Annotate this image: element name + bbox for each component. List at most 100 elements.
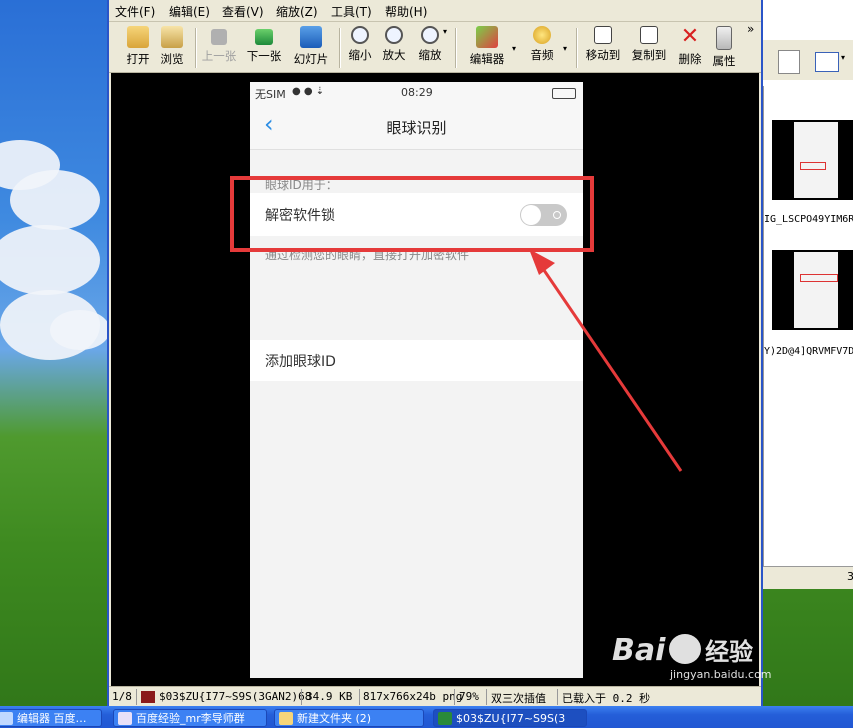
cloud-shape bbox=[10, 170, 100, 230]
taskbar-item-label: $03$ZU{I77~S9S(3 bbox=[456, 712, 566, 725]
thumbnail-2[interactable] bbox=[772, 250, 853, 330]
file-size: 34.9 KB bbox=[306, 690, 353, 703]
phone-nav-bar: ‹ 眼球识别 bbox=[250, 104, 583, 150]
copy-to-icon bbox=[640, 26, 658, 44]
properties-icon bbox=[716, 26, 732, 50]
menu-view[interactable]: 查看(V) bbox=[222, 3, 264, 20]
magnifier-minus-icon bbox=[351, 26, 369, 44]
delete-button[interactable]: ✕ 删除 bbox=[675, 24, 705, 70]
properties-button[interactable]: 属性 bbox=[709, 24, 739, 70]
zoom-dropdown-icon[interactable]: ▾ bbox=[443, 27, 447, 36]
taskbar-item-baidu[interactable]: 百度经验_mr李导师群 bbox=[113, 709, 267, 727]
menu-zoom[interactable]: 缩放(Z) bbox=[276, 3, 318, 20]
image-canvas: 无SIM ● ● ⇣ 08:29 ‹ 眼球识别 眼球ID用于： 解密软件锁 通过… bbox=[111, 73, 759, 686]
next-icon bbox=[255, 29, 273, 45]
thumbnail-1[interactable] bbox=[772, 120, 853, 200]
cloud-shape bbox=[0, 225, 100, 295]
png-file-icon bbox=[141, 691, 155, 703]
file-name: $03$ZU{I77~S9S(3GAN2)68 bbox=[159, 690, 312, 703]
zoom-out-button[interactable]: 缩小 bbox=[345, 24, 375, 70]
browser-icon bbox=[118, 712, 132, 725]
taskbar-item-folder[interactable]: 新建文件夹 (2) bbox=[274, 709, 424, 727]
red-arrow-annotation bbox=[529, 249, 683, 472]
next-label: 下一张 bbox=[246, 49, 282, 63]
magnifier-icon bbox=[421, 26, 439, 44]
viewer-icon bbox=[438, 712, 452, 725]
viewer-status-bar: 1/8 $03$ZU{I77~S9S(3GAN2)68 34.9 KB 817x… bbox=[109, 686, 761, 707]
red-highlight-box bbox=[230, 176, 594, 252]
menu-tools[interactable]: 工具(T) bbox=[331, 3, 372, 20]
toolbar-overflow-chevron[interactable]: » bbox=[747, 22, 754, 36]
move-to-label: 移动到 bbox=[585, 48, 621, 62]
watermark-brand: Bai bbox=[612, 633, 666, 668]
editor-button[interactable]: 编辑器 bbox=[466, 24, 508, 70]
taskbar-item-label: 百度经验_mr李导师群 bbox=[136, 712, 245, 725]
zoom-label: 缩放 bbox=[418, 48, 442, 62]
app-icon bbox=[0, 712, 13, 725]
thumbnail-panel: IG_LSCPO49YIM6R Y)2D@4]QRVMFV7D bbox=[763, 86, 853, 566]
copy-to-label: 复制到 bbox=[631, 48, 667, 62]
delete-label: 删除 bbox=[678, 52, 702, 66]
zoom-button[interactable]: 缩放 bbox=[415, 24, 445, 70]
carrier-text: 无SIM bbox=[255, 88, 286, 101]
cloud-shape bbox=[50, 310, 110, 350]
audio-button[interactable]: 音频 bbox=[527, 24, 557, 70]
image-index: 1/8 bbox=[112, 690, 132, 703]
editor-label: 编辑器 bbox=[469, 52, 505, 66]
taskbar-item-viewer[interactable]: $03$ZU{I77~S9S(3 bbox=[433, 709, 587, 727]
editor-dropdown-icon[interactable]: ▾ bbox=[512, 44, 516, 53]
browse-button[interactable]: 浏览 bbox=[157, 24, 187, 70]
zoom-out-label: 缩小 bbox=[348, 48, 372, 62]
menu-help[interactable]: 帮助(H) bbox=[385, 3, 427, 20]
open-button[interactable]: 打开 bbox=[123, 24, 153, 70]
baidu-jingyan-watermark: Bai 经验 jingyan.baidu.com bbox=[612, 632, 772, 681]
phone-status-bar: 无SIM ● ● ⇣ 08:29 bbox=[250, 82, 583, 104]
watermark-url: jingyan.baidu.com bbox=[670, 668, 772, 681]
add-eye-id-label: 添加眼球ID bbox=[265, 354, 336, 370]
slideshow-icon bbox=[300, 26, 322, 48]
prev-label: 上一张 bbox=[201, 49, 237, 63]
clock-text: 08:29 bbox=[401, 86, 433, 99]
image-dimensions: 817x766x24b png bbox=[363, 690, 463, 703]
load-time: 已载入于 0.2 秒 bbox=[562, 692, 651, 705]
move-to-icon bbox=[594, 26, 612, 44]
status-icons: ● ● ⇣ bbox=[292, 86, 325, 97]
magic-wand-icon bbox=[476, 26, 498, 48]
document-check-icon[interactable] bbox=[778, 50, 800, 74]
properties-label: 属性 bbox=[712, 54, 736, 68]
file-browser-window: ▾ IG_LSCPO49YIM6R Y)2D@4]QRVMFV7D 3 bbox=[763, 0, 853, 589]
taskbar-item-editor[interactable]: 编辑器 百度… bbox=[0, 709, 102, 727]
folder-open-icon bbox=[127, 26, 149, 48]
browser-status-bar: 3 bbox=[763, 566, 853, 589]
menu-file[interactable]: 文件(F) bbox=[115, 3, 155, 20]
next-image-button[interactable]: 下一张 bbox=[246, 24, 282, 70]
browse-folder-icon bbox=[161, 26, 183, 48]
windows-taskbar: 编辑器 百度… 百度经验_mr李导师群 新建文件夹 (2) $03$ZU{I77… bbox=[0, 706, 853, 728]
audio-label: 音频 bbox=[530, 48, 554, 62]
prev-image-button[interactable]: 上一张 bbox=[201, 24, 237, 70]
view-grid-icon[interactable] bbox=[815, 52, 839, 72]
copy-to-button[interactable]: 复制到 bbox=[629, 24, 669, 70]
taskbar-item-label: 编辑器 百度… bbox=[17, 712, 87, 725]
zoom-in-button[interactable]: 放大 bbox=[379, 24, 409, 70]
menu-bar: 文件(F) 编辑(E) 查看(V) 缩放(Z) 工具(T) 帮助(H) bbox=[109, 0, 761, 22]
speaker-icon bbox=[533, 26, 551, 44]
toolbar: 打开 浏览 上一张 下一张 幻灯片 缩小 放大 缩放 ▾ 编辑器 ▾ 音频 ▾ … bbox=[109, 22, 761, 73]
folder-icon bbox=[279, 712, 293, 725]
prev-icon bbox=[211, 29, 227, 45]
view-dropdown-icon[interactable]: ▾ bbox=[841, 53, 845, 62]
move-to-button[interactable]: 移动到 bbox=[583, 24, 623, 70]
browser-status-count: 3 bbox=[847, 570, 853, 583]
watermark-brand-cn: 经验 bbox=[705, 638, 754, 666]
browse-label: 浏览 bbox=[160, 52, 184, 66]
menu-edit[interactable]: 编辑(E) bbox=[169, 3, 210, 20]
slideshow-label: 幻灯片 bbox=[293, 52, 329, 66]
paw-logo-icon bbox=[669, 634, 702, 664]
slideshow-button[interactable]: 幻灯片 bbox=[291, 24, 331, 70]
thumbnail-1-name: IG_LSCPO49YIM6R bbox=[764, 214, 853, 225]
browser-toolbar: ▾ bbox=[763, 40, 853, 80]
audio-dropdown-icon[interactable]: ▾ bbox=[563, 44, 567, 53]
zoom-in-label: 放大 bbox=[382, 48, 406, 62]
magnifier-plus-icon bbox=[385, 26, 403, 44]
delete-x-icon: ✕ bbox=[680, 24, 700, 49]
